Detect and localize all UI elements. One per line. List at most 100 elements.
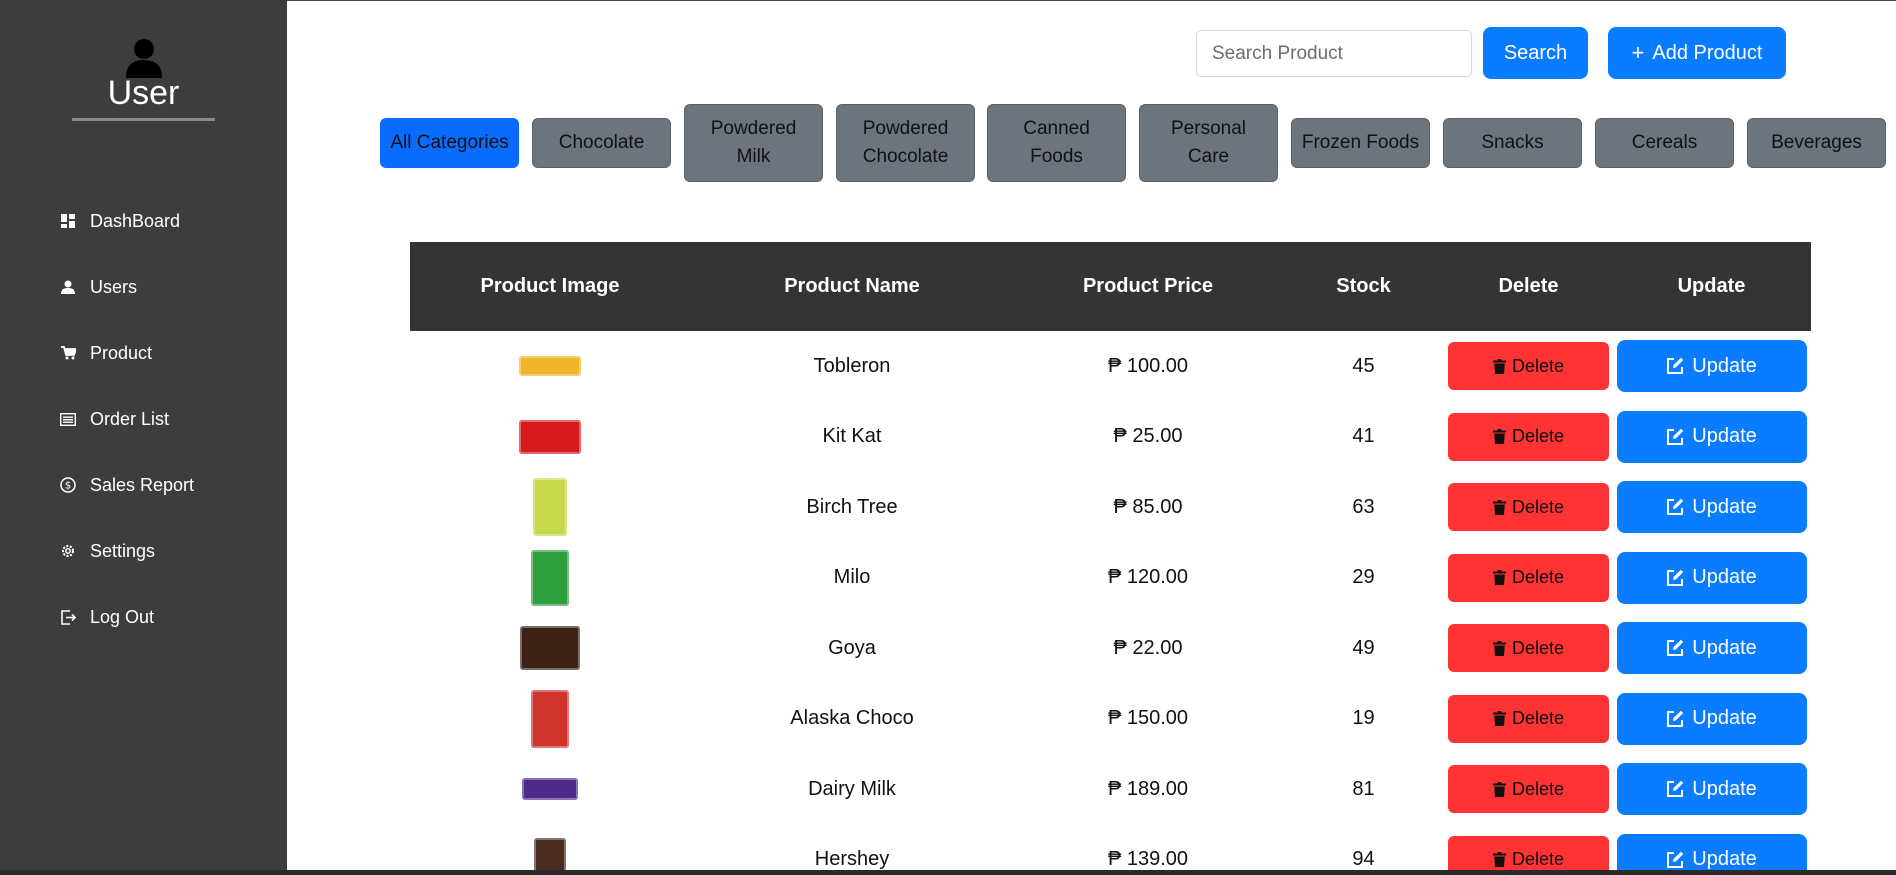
product-name: Kit Kat [822, 425, 882, 448]
table-row: Hershey ₱ 139.00 94 Delete Update [410, 825, 1811, 875]
category-personal-care[interactable]: Personal Care [1139, 104, 1278, 182]
list-icon [60, 411, 76, 427]
update-button[interactable]: Update [1616, 410, 1807, 463]
trash-icon [1492, 429, 1506, 445]
category-powdered-chocolate[interactable]: Powdered Chocolate [836, 104, 975, 182]
update-button[interactable]: Update [1616, 551, 1807, 604]
product-image-cell [410, 543, 690, 614]
category-cereals[interactable]: Cereals [1595, 118, 1734, 168]
delete-label: Delete [1511, 567, 1565, 588]
update-label: Update [1692, 495, 1757, 518]
sidebar-item-users[interactable]: Users [0, 254, 287, 320]
product-name: Alaska Choco [790, 707, 914, 730]
delete-label: Delete [1511, 355, 1565, 376]
update-cell: Update [1612, 684, 1811, 755]
product-name: Tobleron [813, 354, 891, 377]
update-label: Update [1692, 707, 1757, 730]
product-table-wrap: Product Image Product Name Product Price… [410, 242, 1811, 875]
delete-button[interactable]: Delete [1448, 483, 1609, 532]
product-image-cell [410, 472, 690, 543]
product-price: ₱ 85.00 [1113, 495, 1183, 518]
trash-icon [1492, 570, 1506, 586]
delete-button[interactable]: Delete [1448, 694, 1609, 743]
sidebar-item-log-out[interactable]: Log Out [0, 584, 287, 650]
trash-icon [1492, 711, 1506, 727]
user-avatar-icon [125, 39, 162, 78]
product-image [519, 419, 581, 454]
sidebar-item-sales-report[interactable]: $ Sales Report [0, 452, 287, 518]
trash-icon [1492, 499, 1506, 515]
update-label: Update [1692, 848, 1757, 871]
sidebar-item-order-list[interactable]: Order List [0, 386, 287, 452]
category-all-categories[interactable]: All Categories [380, 118, 519, 168]
product-name: Dairy Milk [808, 777, 896, 800]
delete-button[interactable]: Delete [1448, 624, 1609, 673]
category-frozen-foods[interactable]: Frozen Foods [1291, 118, 1430, 168]
category-beverages[interactable]: Beverages [1747, 118, 1886, 168]
product-price: ₱ 100.00 [1107, 354, 1189, 377]
search-button[interactable]: Search [1483, 27, 1588, 79]
trash-icon [1492, 852, 1506, 868]
delete-cell: Delete [1445, 613, 1612, 684]
trash-icon [1492, 640, 1506, 656]
update-cell: Update [1612, 543, 1811, 614]
product-image [531, 689, 569, 748]
product-image-cell [410, 613, 690, 684]
product-stock: 49 [1352, 636, 1375, 659]
product-stock: 29 [1352, 566, 1375, 589]
sidebar-item-label: DashBoard [90, 210, 181, 231]
product-image-cell [410, 331, 690, 402]
edit-icon [1667, 781, 1684, 798]
product-table: Product Image Product Name Product Price… [410, 242, 1811, 875]
update-label: Update [1692, 566, 1757, 589]
update-button[interactable]: Update [1616, 833, 1807, 875]
update-button[interactable]: Update [1616, 692, 1807, 745]
sidebar-item-label: Log Out [90, 606, 155, 627]
category-powdered-milk[interactable]: Powdered Milk [684, 104, 823, 182]
sidebar-nav: DashBoard Users Product Order List $ Sal… [0, 188, 287, 650]
update-label: Update [1692, 777, 1757, 800]
delete-button[interactable]: Delete [1448, 412, 1609, 461]
product-stock: 81 [1352, 777, 1375, 800]
category-snacks[interactable]: Snacks [1443, 118, 1582, 168]
sidebar-item-label: Settings [90, 540, 156, 561]
delete-button[interactable]: Delete [1448, 765, 1609, 814]
sidebar-item-dashboard[interactable]: DashBoard [0, 188, 287, 254]
delete-cell: Delete [1445, 472, 1612, 543]
edit-icon [1667, 358, 1684, 375]
edit-icon [1667, 710, 1684, 727]
delete-button[interactable]: Delete [1448, 553, 1609, 602]
sidebar-item-label: Product [90, 342, 153, 363]
update-button[interactable]: Update [1616, 763, 1807, 816]
update-button[interactable]: Update [1616, 481, 1807, 534]
delete-button[interactable]: Delete [1448, 342, 1609, 391]
plus-icon: + [1631, 40, 1645, 65]
update-button[interactable]: Update [1616, 340, 1807, 393]
category-canned-foods[interactable]: Canned Foods [987, 104, 1126, 182]
update-label: Update [1692, 425, 1757, 448]
sidebar-item-settings[interactable]: Settings [0, 518, 287, 584]
trash-icon [1492, 358, 1506, 374]
delete-cell: Delete [1445, 754, 1612, 825]
product-image-cell [410, 684, 690, 755]
sidebar-item-product[interactable]: Product [0, 320, 287, 386]
delete-label: Delete [1511, 637, 1565, 658]
delete-cell: Delete [1445, 825, 1612, 875]
update-cell: Update [1612, 402, 1811, 473]
edit-icon [1667, 499, 1684, 516]
update-button[interactable]: Update [1616, 622, 1807, 675]
product-image [522, 778, 578, 801]
search-input[interactable] [1196, 30, 1472, 77]
update-label: Update [1692, 636, 1757, 659]
category-chocolate[interactable]: Chocolate [532, 118, 671, 168]
table-row: Alaska Choco ₱ 150.00 19 Delete Update [410, 684, 1811, 755]
delete-cell: Delete [1445, 402, 1612, 473]
logout-icon [60, 609, 76, 625]
product-image [531, 549, 569, 606]
add-product-button[interactable]: + Add Product [1608, 27, 1786, 79]
product-price: ₱ 120.00 [1107, 566, 1189, 589]
user-name: User [71, 74, 216, 121]
delete-label: Delete [1511, 849, 1565, 870]
sidebar-item-label: Sales Report [90, 474, 195, 495]
product-name: Goya [828, 636, 876, 659]
